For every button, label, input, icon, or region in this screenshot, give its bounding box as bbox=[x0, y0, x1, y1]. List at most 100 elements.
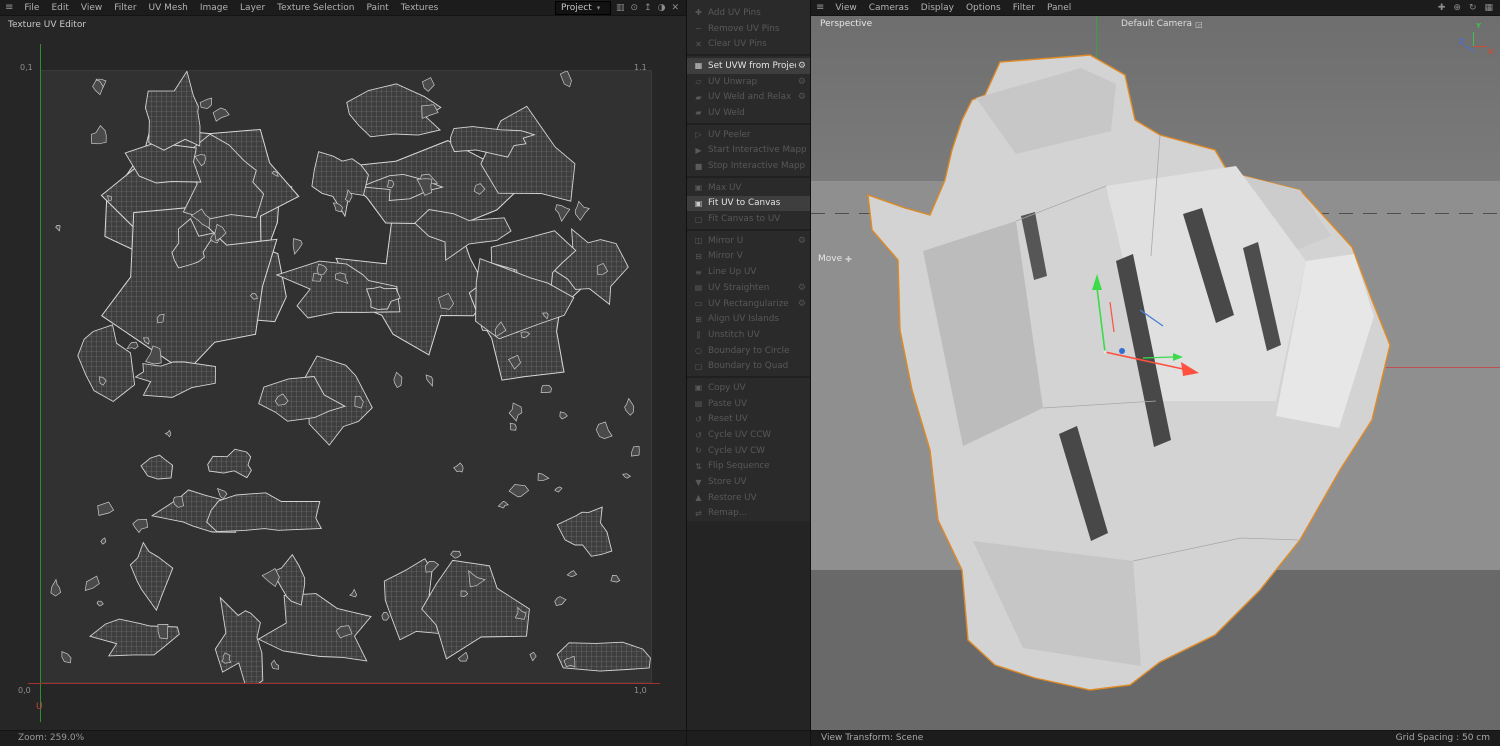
command-line-up-uv[interactable]: ≡ Line Up UV bbox=[687, 264, 810, 280]
gear-icon[interactable]: ⚙ bbox=[798, 92, 806, 102]
copy-uv-icon: ▣ bbox=[694, 383, 703, 393]
menu-filter[interactable]: Filter bbox=[108, 3, 142, 13]
command-clear-uv-pins[interactable]: ✕ Clear UV Pins bbox=[687, 36, 810, 52]
view-mode-label[interactable]: Perspective bbox=[820, 19, 872, 29]
command-remove-uv-pins[interactable]: − Remove UV Pins bbox=[687, 21, 810, 37]
start-interactive-mapping-icon: ▶ bbox=[695, 145, 702, 155]
menu-file[interactable]: File bbox=[18, 3, 45, 13]
command-group-separator bbox=[687, 175, 810, 178]
upload-icon[interactable]: ↥ bbox=[641, 3, 655, 13]
command-paste-uv[interactable]: ▤ Paste UV bbox=[687, 396, 810, 412]
uv-editor-toolbar-icons: ▥ ⊙ ↥ ◑ ✕ bbox=[613, 3, 682, 13]
hamburger-icon[interactable]: ≡ bbox=[0, 2, 18, 13]
mirror-u-icon: ◫ bbox=[694, 236, 703, 246]
menu-filter[interactable]: Filter bbox=[1007, 3, 1041, 13]
menu-uv-mesh[interactable]: UV Mesh bbox=[143, 3, 194, 13]
axis-triad: Y X Z bbox=[1459, 20, 1497, 60]
rotate-icon[interactable]: ↻ bbox=[1466, 3, 1480, 13]
command-label: Restore UV bbox=[708, 492, 757, 503]
uv-canvas[interactable] bbox=[40, 70, 652, 684]
uv-unwrap-icon: ▱ bbox=[695, 77, 702, 87]
zoom-icon[interactable]: ⊕ bbox=[1450, 3, 1464, 13]
unstitch-uv-icon: ∥ bbox=[696, 330, 701, 340]
menu-view[interactable]: View bbox=[75, 3, 108, 13]
histogram-icon[interactable]: ▥ bbox=[613, 3, 628, 13]
command-fit-uv-to-canvas[interactable]: ▣ Fit UV to Canvas bbox=[687, 195, 810, 212]
menu-edit[interactable]: Edit bbox=[45, 3, 74, 13]
gear-icon[interactable]: ⚙ bbox=[798, 77, 806, 87]
command-label: Copy UV bbox=[708, 382, 746, 393]
lock-icon[interactable]: ⊙ bbox=[628, 3, 642, 13]
viewport-statusbar: View Transform: Scene Grid Spacing : 50 … bbox=[811, 730, 1500, 746]
command-group-separator bbox=[687, 122, 810, 125]
camera-label[interactable]: Default Camera ◲ bbox=[1121, 19, 1203, 29]
command-mirror-v[interactable]: ⊟ Mirror V bbox=[687, 249, 810, 265]
uv-u-axis-line bbox=[28, 683, 660, 684]
menu-panel[interactable]: Panel bbox=[1041, 3, 1077, 13]
command-align-uv-islands[interactable]: ⊞ Align UV Islands bbox=[687, 311, 810, 327]
triad-z-line bbox=[1464, 44, 1475, 53]
menu-view[interactable]: View bbox=[829, 3, 862, 13]
menu-texture-selection[interactable]: Texture Selection bbox=[271, 3, 360, 13]
command-uv-peeler[interactable]: ▷ UV Peeler bbox=[687, 127, 810, 143]
command-label: Boundary to Circle bbox=[708, 345, 790, 356]
command-uv-weld[interactable]: ▰ UV Weld bbox=[687, 105, 810, 121]
command-boundary-to-circle[interactable]: ○ Boundary to Circle bbox=[687, 343, 810, 359]
menu-cameras[interactable]: Cameras bbox=[863, 3, 915, 13]
move-gizmo[interactable] bbox=[811, 16, 1500, 730]
uv-zoom-status: Zoom: 259.0% bbox=[0, 730, 686, 746]
layout-icon[interactable]: ▦ bbox=[1481, 3, 1496, 13]
project-dropdown[interactable]: Project ▾ bbox=[554, 0, 611, 15]
gear-icon[interactable]: ⚙ bbox=[798, 299, 806, 309]
command-max-uv[interactable]: ▣ Max UV bbox=[687, 180, 810, 196]
menu-textures[interactable]: Textures bbox=[395, 3, 445, 13]
menu-options[interactable]: Options bbox=[960, 3, 1007, 13]
gear-icon[interactable]: ⚙ bbox=[798, 236, 806, 246]
command-unstitch-uv[interactable]: ∥ Unstitch UV bbox=[687, 327, 810, 343]
menu-layer[interactable]: Layer bbox=[234, 3, 271, 13]
viewport-column: ≡ View Cameras Display Options Filter Panel ✚… bbox=[811, 0, 1500, 746]
fit-canvas-to-uv-icon: ▢ bbox=[694, 214, 703, 224]
viewport-3d[interactable]: Perspective Default Camera ◲ Move ✚ Y X … bbox=[811, 16, 1500, 730]
hamburger-icon[interactable]: ≡ bbox=[811, 2, 829, 13]
command-copy-uv[interactable]: ▣ Copy UV bbox=[687, 380, 810, 396]
uv-editor-title: Texture UV Editor bbox=[8, 20, 87, 30]
command-cycle-uv-cw[interactable]: ↻ Cycle UV CW bbox=[687, 443, 810, 459]
command-panel-empty-area bbox=[687, 521, 810, 730]
command-start-interactive-mapping[interactable]: ▶ Start Interactive Mapping bbox=[687, 143, 810, 159]
align-uv-islands-icon: ⊞ bbox=[695, 314, 702, 324]
view-mode-text: Perspective bbox=[820, 19, 873, 29]
command-mirror-u[interactable]: ◫ Mirror U ⚙ bbox=[687, 233, 810, 249]
camera-menu-icon[interactable]: ◲ bbox=[1195, 20, 1203, 29]
command-stop-interactive-mapping[interactable]: ■ Stop Interactive Mapping bbox=[687, 158, 810, 174]
command-label: Boundary to Quad bbox=[708, 361, 789, 372]
pan-icon[interactable]: ✚ bbox=[1435, 3, 1449, 13]
command-add-uv-pins[interactable]: ✚ Add UV Pins bbox=[687, 5, 810, 21]
command-uv-straighten[interactable]: ▤ UV Straighten ⚙ bbox=[687, 280, 810, 296]
boundary-to-circle-icon: ○ bbox=[695, 346, 702, 356]
command-store-uv[interactable]: ▼ Store UV bbox=[687, 474, 810, 490]
menu-paint[interactable]: Paint bbox=[360, 3, 394, 13]
command-set-uvw-from-projection[interactable]: ▦ Set UVW from Projection⚙ bbox=[687, 58, 810, 74]
command-remap[interactable]: ⇄ Remap... bbox=[687, 506, 810, 522]
command-uv-rectangularize[interactable]: ▭ UV Rectangularize ⚙ bbox=[687, 296, 810, 312]
menu-display[interactable]: Display bbox=[915, 3, 960, 13]
fit-uv-to-canvas-icon: ▣ bbox=[694, 198, 703, 208]
gear-icon[interactable]: ⚙ bbox=[798, 283, 806, 293]
close-icon[interactable]: ✕ bbox=[668, 3, 682, 13]
command-boundary-to-quad[interactable]: ▢ Boundary to Quad bbox=[687, 358, 810, 374]
command-cycle-uv-ccw[interactable]: ↺ Cycle UV CCW bbox=[687, 427, 810, 443]
active-tool-label: Move ✚ bbox=[818, 254, 852, 264]
menu-image[interactable]: Image bbox=[194, 3, 234, 13]
add-uv-pins-icon: ✚ bbox=[695, 8, 702, 18]
command-uv-unwrap[interactable]: ▱ UV Unwrap ⚙ bbox=[687, 74, 810, 90]
command-fit-canvas-to-uv[interactable]: ▢ Fit Canvas to UV bbox=[687, 211, 810, 227]
command-panel-bottom-strip bbox=[687, 730, 810, 746]
triad-z-label: Z bbox=[1459, 38, 1465, 46]
command-restore-uv[interactable]: ▲ Restore UV bbox=[687, 490, 810, 506]
gear-icon[interactable]: ⚙ bbox=[798, 61, 806, 71]
command-flip-sequence[interactable]: ⇅ Flip Sequence bbox=[687, 459, 810, 475]
command-reset-uv[interactable]: ↺ Reset UV bbox=[687, 412, 810, 428]
command-uv-weld-and-relax[interactable]: ▰ UV Weld and Relax ⚙ bbox=[687, 89, 810, 105]
palette-icon[interactable]: ◑ bbox=[655, 3, 669, 13]
